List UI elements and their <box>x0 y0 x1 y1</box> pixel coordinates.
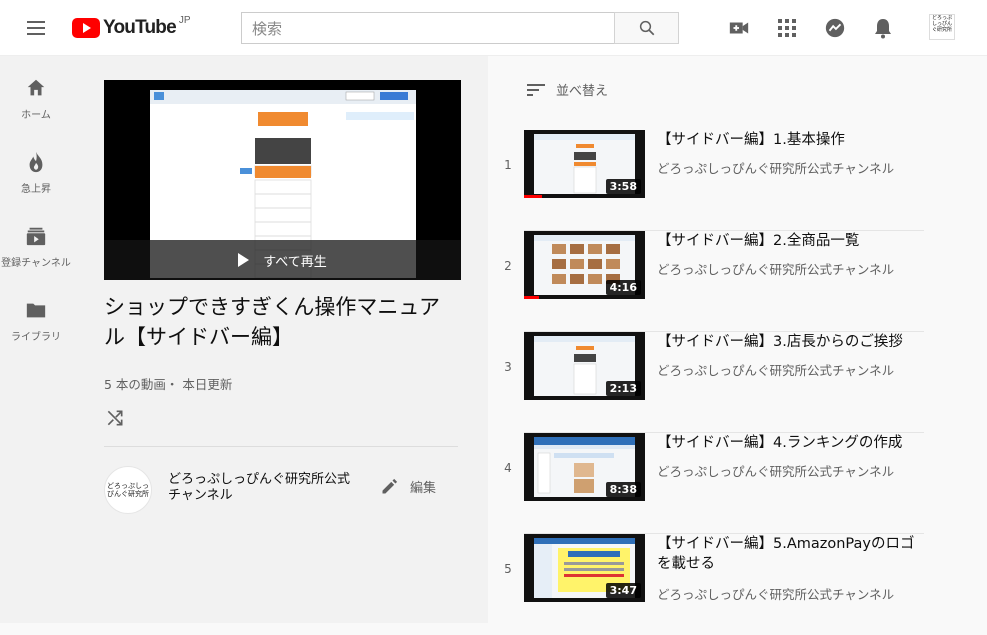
video-title[interactable]: 【サイドバー編】4.ランキングの作成 <box>657 433 925 453</box>
video-thumbnail[interactable]: 3:47 <box>524 534 645 602</box>
video-title[interactable]: 【サイドバー編】2.全商品一覧 <box>657 231 925 251</box>
library-folder-icon <box>24 298 48 322</box>
video-title[interactable]: 【サイドバー編】3.店長からのご挨拶 <box>657 332 925 352</box>
sidebar-item-trending[interactable]: 急上昇 <box>0 130 72 204</box>
trending-flame-icon <box>24 150 48 174</box>
video-duration: 4:16 <box>605 280 641 295</box>
sort-label: 並べ替え <box>556 84 609 99</box>
sort-button[interactable]: 並べ替え <box>526 80 608 99</box>
video-duration: 3:47 <box>605 583 641 598</box>
messages-icon[interactable] <box>823 16 847 40</box>
guide-sidebar: ホーム 急上昇 登録チャンネル ライブラリ <box>0 56 72 623</box>
shuffle-icon[interactable] <box>105 408 127 430</box>
play-icon <box>238 253 250 267</box>
video-channel[interactable]: どろっぷしっぴんぐ研究所公式チャンネル <box>657 461 894 480</box>
video-title[interactable]: 【サイドバー編】5.AmazonPayのロゴを載せる <box>657 534 925 574</box>
playlist-title[interactable]: ショップできすぎくん操作マニュアル【サイドバー編】 <box>104 292 454 352</box>
search-button[interactable] <box>614 12 679 44</box>
video-channel[interactable]: どろっぷしっぴんぐ研究所公式チャンネル <box>657 584 894 603</box>
video-index: 3 <box>504 360 512 374</box>
video-duration: 8:38 <box>605 482 641 497</box>
top-header: YouTube JP 検索 どろっぷしっぴんぐ研究所 <box>0 0 987 56</box>
video-duration: 2:13 <box>605 381 641 396</box>
sidebar-item-library[interactable]: ライブラリ <box>0 278 72 352</box>
owner-channel-name[interactable]: どろっぷしっぴんぐ研究所公式チャンネル <box>168 472 358 504</box>
play-all-button[interactable]: すべて再生 <box>104 240 461 280</box>
account-avatar[interactable]: どろっぷしっぴんぐ研究所 <box>929 14 955 40</box>
subscriptions-icon <box>24 224 48 248</box>
video-index: 1 <box>504 158 512 172</box>
sidebar-item-subscriptions[interactable]: 登録チャンネル <box>0 204 72 278</box>
search-bar: 検索 <box>241 12 679 44</box>
sidebar-item-label: 登録チャンネル <box>1 258 71 269</box>
play-all-label: すべて再生 <box>263 254 327 270</box>
video-thumbnail[interactable]: 2:13 <box>524 332 645 400</box>
sort-icon <box>527 83 545 96</box>
video-thumbnail[interactable]: 3:58 <box>524 130 645 198</box>
watch-progress-bar <box>524 195 543 198</box>
logo-text: YouTube <box>103 17 177 38</box>
playlist-video-row[interactable]: 4 8:38 【サイドバー編】4.ランキングの作成 どろっぷしっぴんぐ研究所公式… <box>488 433 987 534</box>
logo-region: JP <box>178 14 191 26</box>
owner-avatar[interactable]: どろっぷしっぴんぐ研究所 <box>104 466 152 514</box>
playlist-meta: 5 本の動画・ 本日更新 <box>104 377 233 392</box>
sidebar-item-home[interactable]: ホーム <box>0 56 72 130</box>
edit-label: 編集 <box>410 480 437 496</box>
video-thumbnail[interactable]: 4:16 <box>524 231 645 299</box>
sidebar-item-label: ライブラリ <box>11 332 61 343</box>
search-icon <box>639 20 654 36</box>
edit-button[interactable]: 編集 <box>380 476 436 496</box>
menu-icon[interactable] <box>24 16 48 40</box>
playlist-thumbnail[interactable]: すべて再生 <box>104 80 461 280</box>
create-video-icon[interactable] <box>727 16 751 40</box>
owner-avatar-text: どろっぷしっぴんぐ研究所 <box>107 482 149 498</box>
playlist-video-list: 並べ替え 1 3:58 【サイドバー編】1.基本操作 どろっぷしっぴんぐ研究所公… <box>488 56 987 623</box>
sidebar-item-label: 急上昇 <box>21 184 51 195</box>
account-avatar-text: どろっぷしっぴんぐ研究所 <box>931 15 952 33</box>
home-icon <box>24 76 48 100</box>
video-title[interactable]: 【サイドバー編】1.基本操作 <box>657 130 925 150</box>
playlist-video-row[interactable]: 2 4:16 【サイドバー編】2.全商品一覧 どろっぷしっぴんぐ研究所公式チャン… <box>488 231 987 332</box>
youtube-play-icon <box>72 18 100 38</box>
video-channel[interactable]: どろっぷしっぴんぐ研究所公式チャンネル <box>657 360 894 379</box>
notifications-bell-icon[interactable] <box>871 16 895 40</box>
divider <box>104 446 458 447</box>
playlist-video-row[interactable]: 1 3:58 【サイドバー編】1.基本操作 どろっぷしっぴんぐ研究所公式チャンネ… <box>488 130 987 231</box>
video-channel[interactable]: どろっぷしっぴんぐ研究所公式チャンネル <box>657 259 894 278</box>
sidebar-item-label: ホーム <box>21 110 51 121</box>
search-input[interactable]: 検索 <box>241 12 614 44</box>
video-thumbnail[interactable]: 8:38 <box>524 433 645 501</box>
video-index: 2 <box>504 259 512 273</box>
video-index: 5 <box>504 562 512 576</box>
watch-progress-bar <box>524 296 539 299</box>
video-index: 4 <box>504 461 512 475</box>
playlist-video-row[interactable]: 3 2:13 【サイドバー編】3.店長からのご挨拶 どろっぷしっぴんぐ研究所公式… <box>488 332 987 433</box>
youtube-logo[interactable]: YouTube JP <box>72 14 191 40</box>
video-duration: 3:58 <box>605 179 641 194</box>
pencil-icon <box>382 478 398 494</box>
apps-grid-icon[interactable] <box>775 16 799 40</box>
playlist-video-row[interactable]: 5 3:47 【サイドバー編】5.AmazonPayのロゴを載せる どろっぷしっ… <box>488 534 987 635</box>
video-channel[interactable]: どろっぷしっぴんぐ研究所公式チャンネル <box>657 158 894 177</box>
playlist-info-panel: すべて再生 ショップできすぎくん操作マニュアル【サイドバー編】 5 本の動画・ … <box>72 56 488 623</box>
